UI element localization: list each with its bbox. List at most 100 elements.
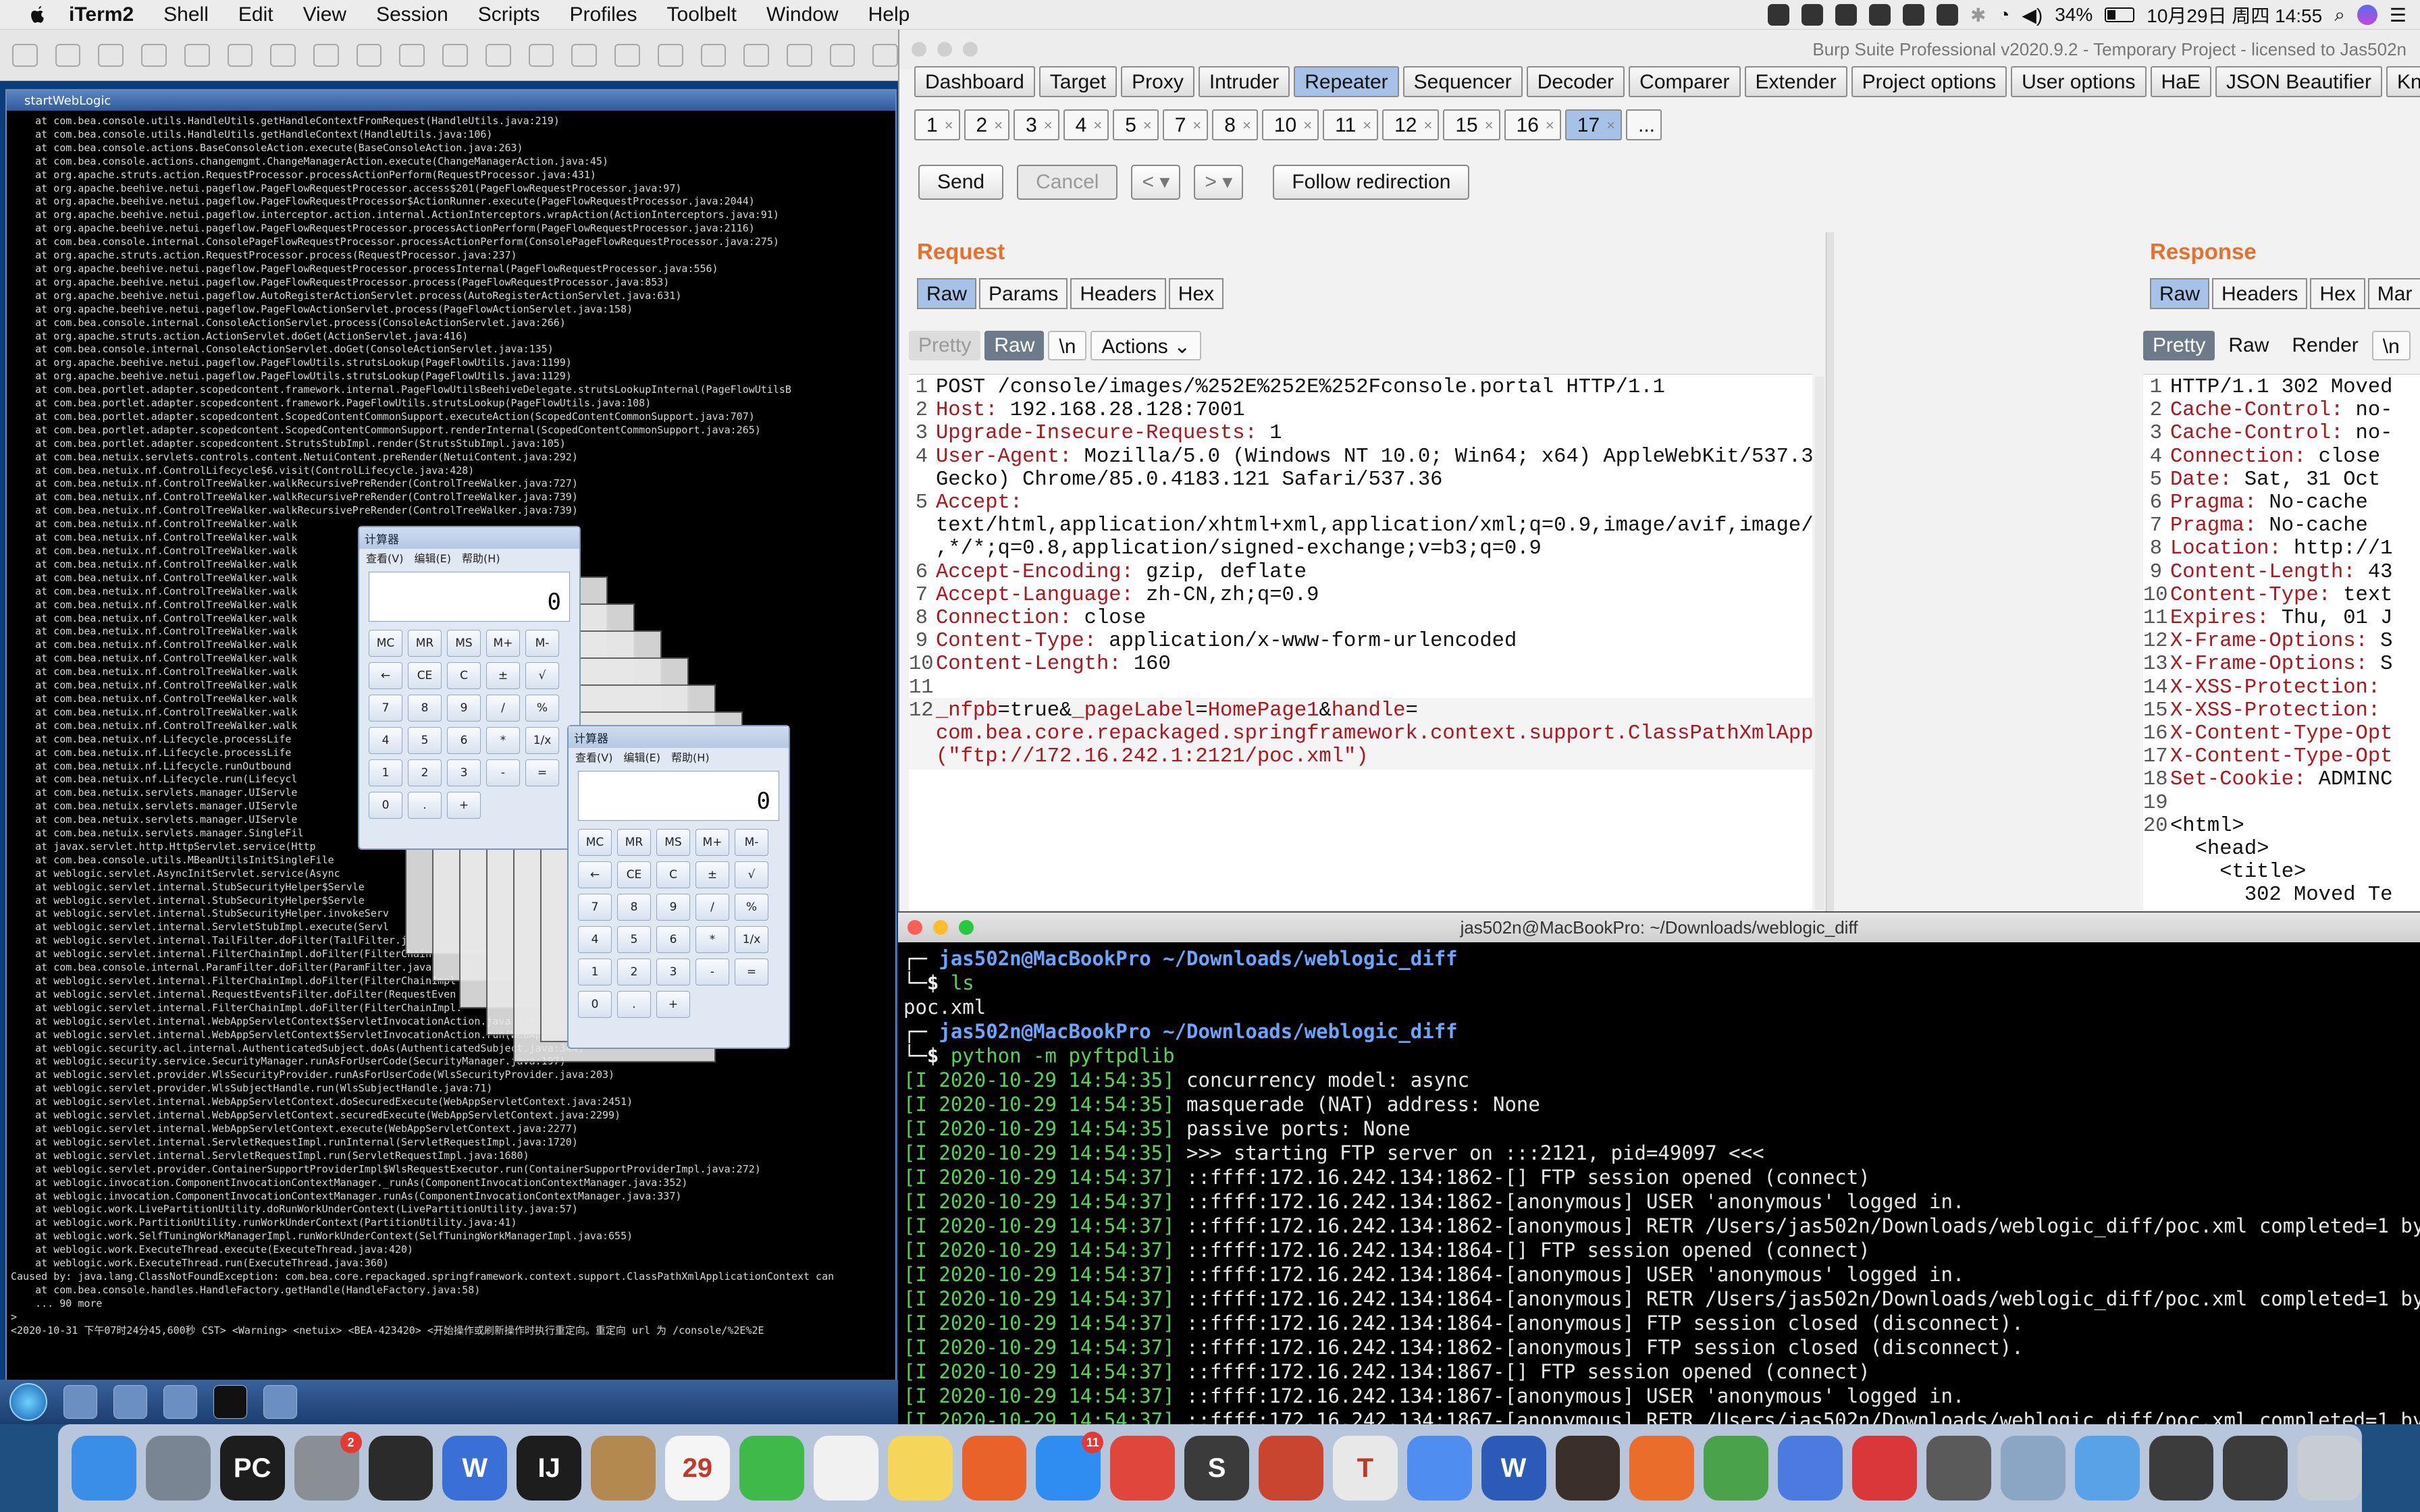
battery-icon[interactable] xyxy=(2105,7,2135,22)
response-tab-headers[interactable]: Headers xyxy=(2212,278,2308,309)
vm-toolbar-button[interactable] xyxy=(399,43,425,67)
dock-wechat-icon[interactable] xyxy=(739,1436,804,1501)
calculator-key[interactable]: 2 xyxy=(408,759,442,786)
dock-chrome-alt-icon[interactable] xyxy=(1778,1436,1843,1501)
menu-window[interactable]: Window xyxy=(752,3,853,26)
repeater-tab[interactable]: 11 × xyxy=(1323,109,1379,140)
calculator-key[interactable]: 1 xyxy=(578,959,612,986)
calculator-key[interactable]: CE xyxy=(617,861,651,888)
repeater-tab[interactable]: 3 × xyxy=(1014,109,1059,140)
tab-close-icon[interactable]: × xyxy=(1485,111,1494,139)
vm-toolbar-button[interactable] xyxy=(141,43,167,67)
calculator-taskbar-icon[interactable] xyxy=(263,1385,297,1419)
calculator-key[interactable]: % xyxy=(525,695,559,722)
repeater-tab[interactable]: 10 × xyxy=(1261,109,1319,140)
main-tab-user-options[interactable]: User options xyxy=(2011,66,2147,97)
main-tab-extender[interactable]: Extender xyxy=(1744,66,1847,97)
tab-close-icon[interactable]: × xyxy=(1044,111,1053,139)
main-tab-hae[interactable]: HaE xyxy=(2150,66,2211,97)
calculator-key[interactable]: M- xyxy=(735,829,768,856)
main-tab-proxy[interactable]: Proxy xyxy=(1121,66,1194,97)
volume-icon[interactable]: ◀) xyxy=(2022,4,2043,26)
main-tab-repeater[interactable]: Repeater xyxy=(1294,66,1399,97)
vm-toolbar-button[interactable] xyxy=(528,43,554,67)
dock-preview-icon[interactable] xyxy=(2000,1436,2066,1501)
calculator-key[interactable]: * xyxy=(695,926,729,953)
calculator-key[interactable]: * xyxy=(486,727,520,754)
tab-close-icon[interactable]: × xyxy=(1143,111,1152,139)
vm-toolbar-button[interactable] xyxy=(872,43,899,67)
calculator-key[interactable]: 5 xyxy=(617,926,651,953)
vm-toolbar-button[interactable] xyxy=(786,43,812,67)
calculator-key[interactable]: C xyxy=(656,861,690,888)
response-pretty-tab[interactable]: Pretty xyxy=(2143,331,2215,360)
main-tab-sequencer[interactable]: Sequencer xyxy=(1402,66,1523,97)
calculator-key[interactable]: + xyxy=(447,792,481,819)
dock-screens-icon[interactable] xyxy=(2149,1436,2214,1501)
calculator-key[interactable]: 1 xyxy=(369,759,402,786)
calculator-key[interactable]: 5 xyxy=(408,727,442,754)
calculator-key[interactable]: / xyxy=(486,695,520,722)
calculator-key[interactable]: 2 xyxy=(617,959,651,986)
dock-pycharm-icon[interactable]: PC xyxy=(219,1436,285,1501)
minimize-icon[interactable] xyxy=(933,920,948,935)
tab-close-icon[interactable]: × xyxy=(1423,111,1432,139)
minimize-icon[interactable] xyxy=(937,42,952,57)
response-render-tab[interactable]: Render xyxy=(2282,331,2367,360)
menu-scripts[interactable]: Scripts xyxy=(463,3,555,26)
calculator-key[interactable]: M+ xyxy=(695,829,729,856)
menu-toolbelt[interactable]: Toolbelt xyxy=(652,3,752,26)
request-editor[interactable]: 1 POST /console/images/%252E%252E%252Fcon… xyxy=(909,374,1812,911)
calculator-menu-item[interactable]: 帮助(H) xyxy=(462,549,500,566)
tab-close-icon[interactable]: × xyxy=(1303,111,1312,139)
apple-menu-icon[interactable] xyxy=(20,0,54,30)
repeater-tab[interactable]: 7 × xyxy=(1162,109,1209,140)
calculator-key[interactable]: C xyxy=(447,662,481,689)
dock-finder-icon[interactable] xyxy=(72,1436,136,1501)
calculator-key[interactable]: MR xyxy=(408,630,442,657)
siri-icon[interactable] xyxy=(2357,5,2377,25)
calculator-key[interactable]: 6 xyxy=(447,727,481,754)
dock-screens-2-icon[interactable] xyxy=(2223,1436,2288,1501)
request-tab-raw[interactable]: Raw xyxy=(917,278,977,309)
send-button[interactable]: Send xyxy=(918,165,1004,200)
menu-shell[interactable]: Shell xyxy=(149,3,223,26)
calculator-menu-item[interactable]: 查看(V) xyxy=(575,749,612,765)
vm-toolbar-button[interactable] xyxy=(313,43,339,67)
search-icon[interactable]: ⌕ xyxy=(2334,4,2345,26)
explorer-taskbar-icon[interactable] xyxy=(113,1385,147,1419)
request-tab-hex[interactable]: Hex xyxy=(1168,278,1224,309)
calculator-window[interactable]: 计算器 查看(V) 编辑(E) 帮助(H) 0 MC MR MS M+ M- ← CE C ± √ 7 8 9/%… xyxy=(358,526,581,850)
dock-launchpad-icon[interactable] xyxy=(145,1436,211,1501)
request-tab-headers[interactable]: Headers xyxy=(1070,278,1166,309)
vm-toolbar-button[interactable] xyxy=(55,43,81,67)
response-raw-tab[interactable]: Raw xyxy=(2219,331,2278,360)
calculator-menu-item[interactable]: 帮助(H) xyxy=(671,749,710,765)
calculator-key[interactable]: ± xyxy=(486,662,520,689)
calculator-key[interactable]: MC xyxy=(369,630,402,657)
main-tab-target[interactable]: Target xyxy=(1038,66,1117,97)
calculator-key[interactable]: . xyxy=(408,792,442,819)
calculator-key[interactable]: % xyxy=(735,894,768,921)
repeater-tab[interactable]: 15 × xyxy=(1443,109,1500,140)
repeater-tab[interactable]: ... xyxy=(1626,109,1662,140)
wechat-status-icon[interactable] xyxy=(1767,4,1789,26)
clock[interactable]: 10月29日 周四 14:55 xyxy=(2147,1,2322,28)
repeater-tab[interactable]: 12 × xyxy=(1382,109,1440,140)
calculator-key[interactable]: 8 xyxy=(408,695,442,722)
zoom-icon[interactable] xyxy=(959,920,974,935)
dock-intellij-icon[interactable]: IJ xyxy=(517,1436,582,1501)
dock-music-icon[interactable] xyxy=(1852,1436,1917,1501)
repeater-tab[interactable]: 4 × xyxy=(1063,109,1109,140)
main-tab-kni[interactable]: Kni xyxy=(2386,66,2420,97)
calculator-key[interactable]: 8 xyxy=(617,894,651,921)
calculator-key[interactable]: 7 xyxy=(369,695,402,722)
dock-dvd-icon[interactable] xyxy=(1926,1436,1991,1501)
request-scrollbar[interactable] xyxy=(1815,377,1824,910)
tab-close-icon[interactable]: × xyxy=(1093,111,1102,139)
response-tab-raw[interactable]: Raw xyxy=(2150,278,2210,309)
dock-baidu-netdisk-icon[interactable] xyxy=(1406,1436,1472,1501)
main-tab-dashboard[interactable]: Dashboard xyxy=(914,66,1035,97)
calculator-key[interactable]: 3 xyxy=(656,959,690,986)
main-tab-decoder[interactable]: Decoder xyxy=(1526,66,1625,97)
